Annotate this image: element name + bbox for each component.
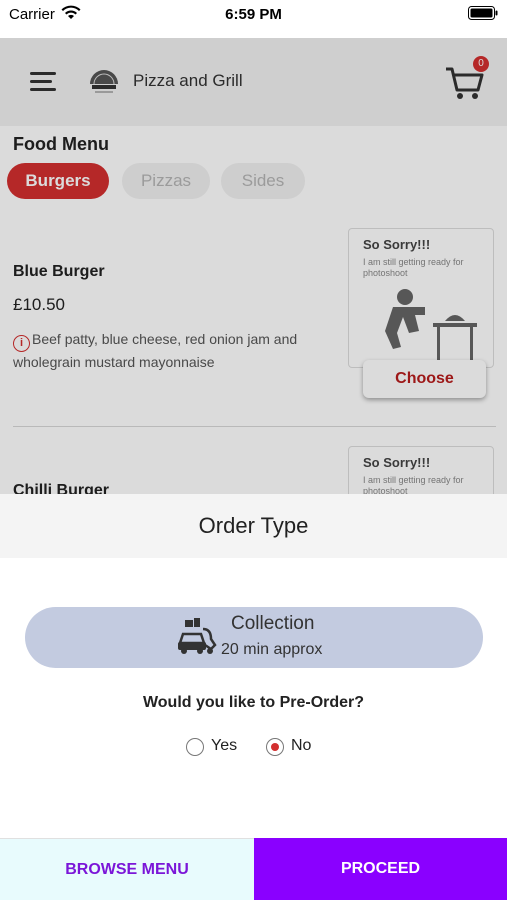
order-type-title: Order Type bbox=[0, 494, 507, 558]
preorder-yes-radio[interactable]: Yes bbox=[186, 737, 246, 757]
clock: 6:59 PM bbox=[225, 6, 282, 23]
radio-label-no: No bbox=[291, 737, 312, 754]
status-bar: Carrier 6:59 PM bbox=[0, 0, 507, 38]
radio-circle-selected bbox=[266, 738, 284, 756]
radio-circle bbox=[186, 738, 204, 756]
radio-label-yes: Yes bbox=[211, 737, 238, 754]
preorder-no-radio[interactable]: No bbox=[266, 737, 326, 757]
browse-menu-button[interactable]: BROWSE MENU bbox=[0, 838, 254, 900]
collection-label: Collection bbox=[231, 613, 315, 634]
proceed-button[interactable]: PROCEED bbox=[254, 838, 507, 900]
preorder-question: Would you like to Pre-Order? bbox=[142, 694, 365, 711]
collection-time: 20 min approx bbox=[221, 641, 323, 658]
footer-actions: BROWSE MENU PROCEED bbox=[0, 838, 507, 900]
collection-car-icon bbox=[177, 617, 217, 657]
collection-option-button[interactable]: Collection 20 min approx bbox=[25, 607, 483, 668]
battery-icon bbox=[468, 6, 498, 25]
